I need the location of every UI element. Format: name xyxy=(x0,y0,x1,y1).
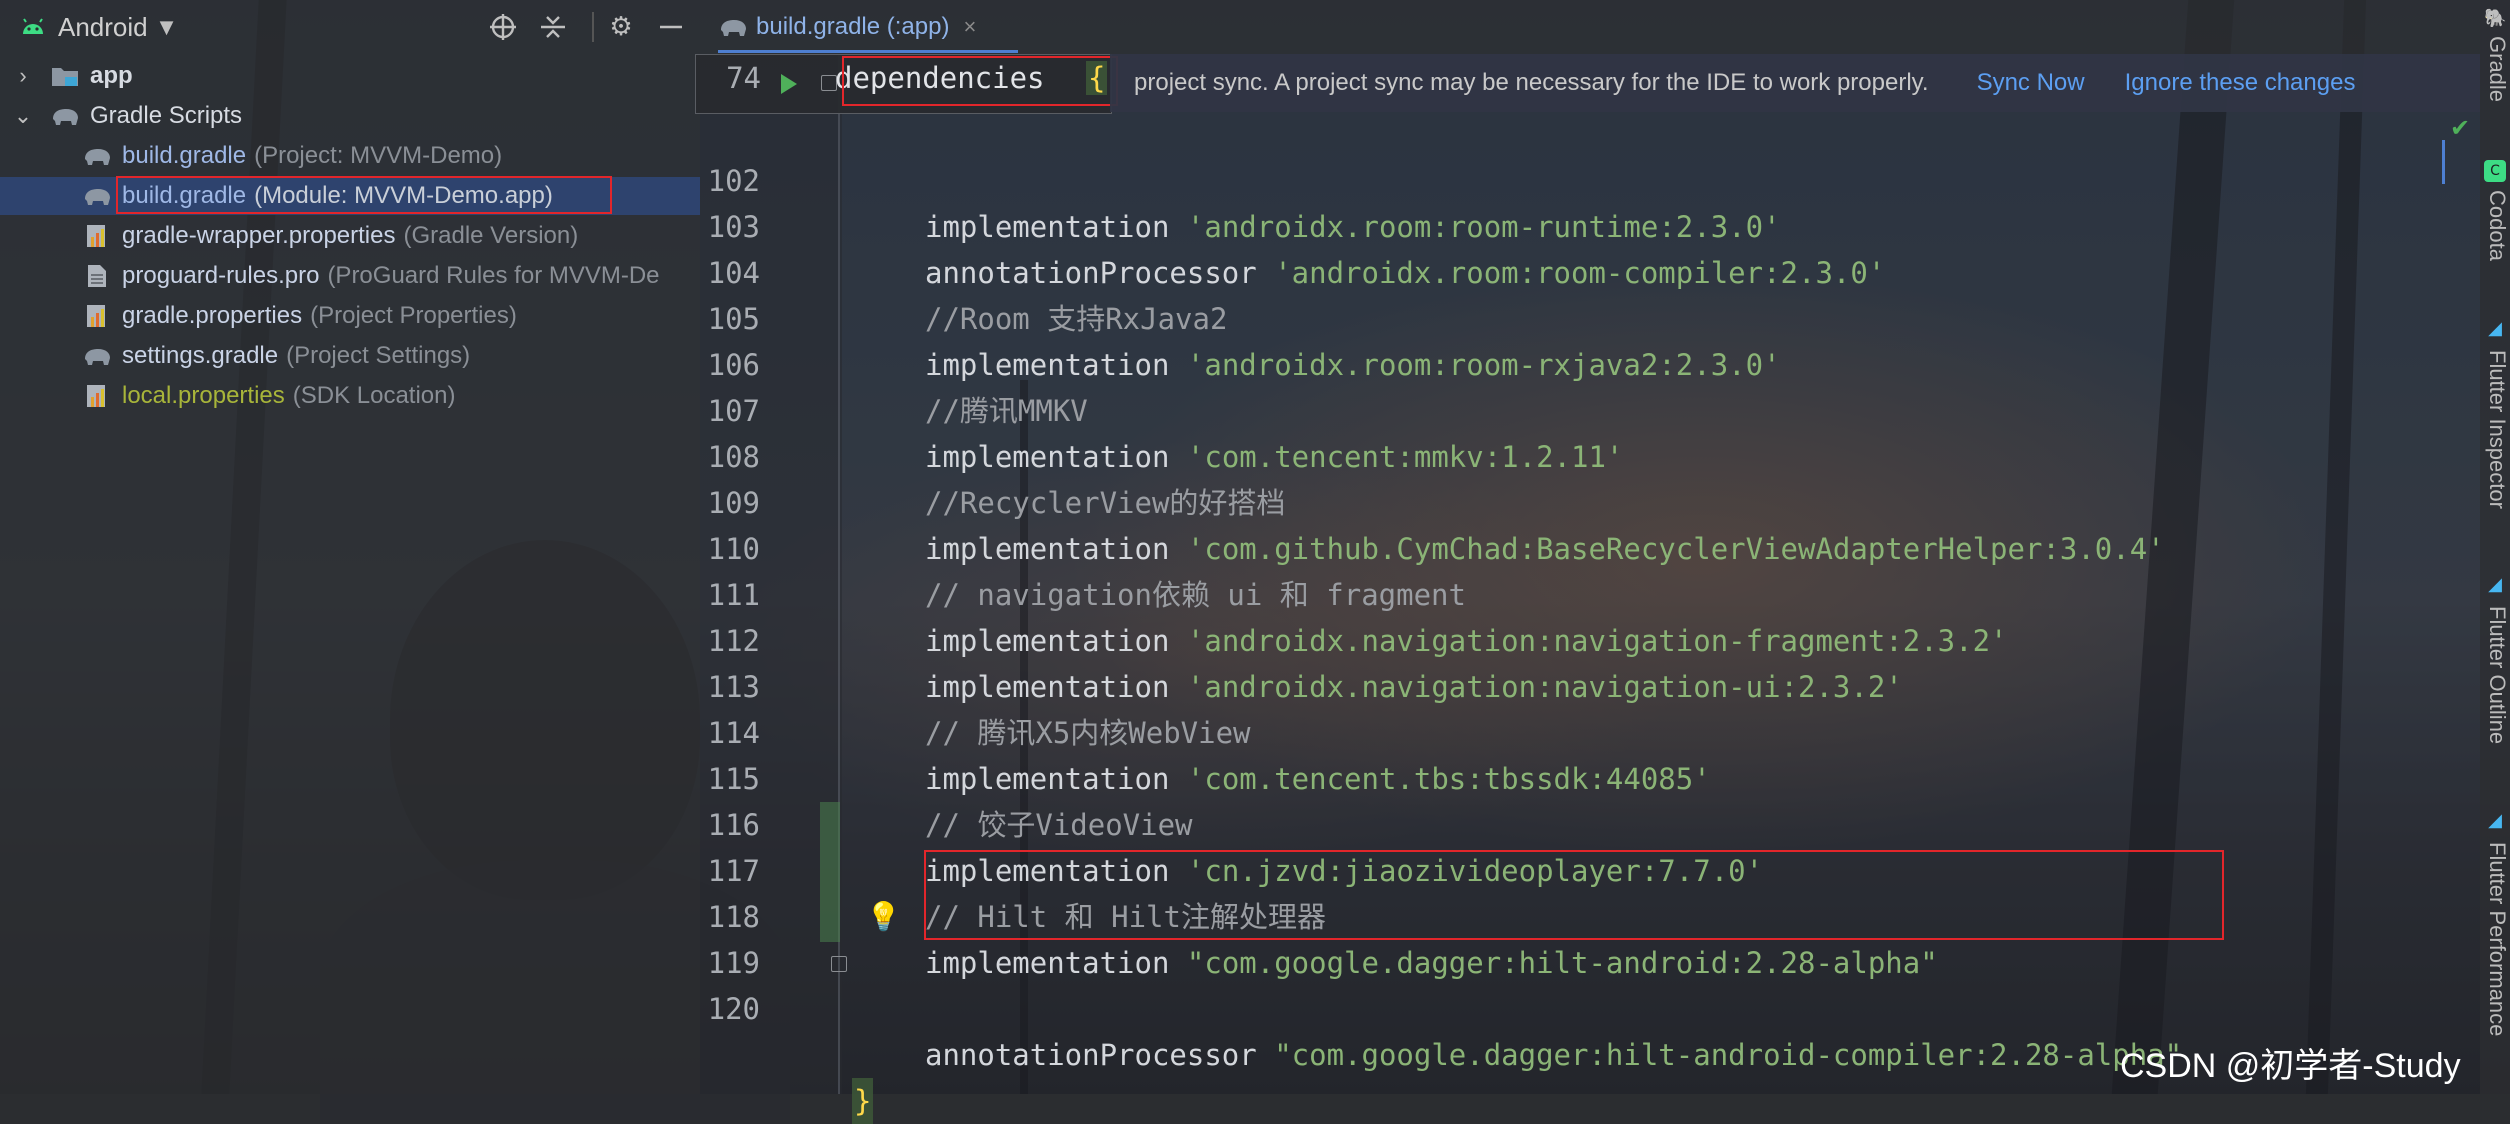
flutter-icon: ◢ xyxy=(2488,810,2502,831)
gradle-sync-notification: project sync. A project sync may be nece… xyxy=(1110,54,2480,112)
code-line[interactable]: 115 // 饺子VideoView xyxy=(700,710,2480,842)
code-line[interactable]: 112 implementation 'androidx.navigation:… xyxy=(700,572,2480,704)
tree-item-hint: (Project Properties) xyxy=(310,302,517,329)
close-icon[interactable]: × xyxy=(963,14,976,40)
tree-item-label: Gradle Scripts xyxy=(90,102,243,129)
code-text: annotationProcessor "com.google.dagger:h… xyxy=(925,1032,2182,1078)
sync-now-link[interactable]: Sync Now xyxy=(1977,69,2085,97)
line-number: 120 xyxy=(707,992,760,1026)
tree-item-label: proguard-rules.pro xyxy=(122,262,320,289)
tree-item-app[interactable]: › app xyxy=(0,57,700,95)
gradle-elephant-icon xyxy=(721,20,746,36)
gradle-elephant-icon xyxy=(82,344,112,368)
tab-build-gradle-app[interactable]: build.gradle (:app) × xyxy=(718,0,976,54)
closing-brace: } xyxy=(852,1078,874,1124)
tool-window-gradle[interactable]: Gradle xyxy=(2484,36,2510,102)
code-line[interactable]: 104 //Room 支持RxJava2 xyxy=(700,204,2480,336)
project-panel-header: Android ▼ xyxy=(0,0,700,54)
editor-tab-bar: build.gradle (:app) × xyxy=(700,0,2480,54)
tree-item-hint: (SDK Location) xyxy=(292,382,456,409)
gradle-elephant-icon xyxy=(82,144,112,168)
properties-file-icon xyxy=(82,384,112,408)
code-line[interactable]: 109 implementation 'com.github.CymChad:B… xyxy=(700,434,2480,566)
csdn-watermark: CSDN @初学者-Study xyxy=(2120,1047,2461,1085)
project-view-selector[interactable]: Android xyxy=(58,12,148,43)
tree-item-hint: (Project Settings) xyxy=(286,342,471,369)
tree-item-label: settings.gradle xyxy=(122,342,279,369)
code-line[interactable]: 113 // 腾讯X5内核WebView xyxy=(700,618,2480,750)
gear-icon[interactable]: ⚙ xyxy=(604,10,638,44)
android-icon xyxy=(23,18,43,34)
text-file-icon xyxy=(82,264,112,288)
highlight-box-hilt-dependencies xyxy=(924,850,2224,940)
toolbar-separator xyxy=(592,12,594,42)
tab-label: build.gradle (:app) xyxy=(756,13,950,40)
code-line[interactable]: 111 implementation 'androidx.navigation:… xyxy=(700,526,2480,658)
highlight-box-dependencies xyxy=(842,56,1118,106)
code-string: "com.google.dagger:hilt-android-compiler… xyxy=(1274,1038,2183,1072)
chevron-down-icon[interactable]: ⌄ xyxy=(8,103,38,129)
tree-item-hint: (ProGuard Rules for MVVM-De xyxy=(327,262,660,289)
locate-icon[interactable] xyxy=(486,10,520,44)
gradle-elephant-icon: 🐘 xyxy=(2484,8,2507,29)
code-line[interactable]: 106 //腾讯MMKV xyxy=(700,296,2480,428)
properties-file-icon xyxy=(82,224,112,248)
flutter-icon: ◢ xyxy=(2488,318,2502,339)
tree-item-settings-gradle[interactable]: settings.gradle (Project Settings) xyxy=(0,337,700,375)
codota-icon: C xyxy=(2484,160,2506,182)
run-gutter-icon[interactable] xyxy=(778,72,800,96)
project-panel: Android ▼ ⚙ › app ⌄ Gradle Scripts build… xyxy=(0,0,700,1094)
fold-marker-icon[interactable] xyxy=(831,956,847,972)
properties-file-icon xyxy=(82,304,112,328)
gradle-elephant-icon xyxy=(82,184,112,208)
sticky-line-number: 74 xyxy=(726,61,761,95)
tree-item-hint: (Project: MVVM-Demo) xyxy=(254,142,503,169)
tree-item-label: app xyxy=(90,62,133,89)
chevron-down-icon[interactable]: ▼ xyxy=(160,17,174,38)
active-tab-indicator xyxy=(718,50,1018,53)
tool-window-codota[interactable]: Codota xyxy=(2484,190,2510,261)
code-line[interactable]: 108 //RecyclerView的好搭档 xyxy=(700,388,2480,520)
code-line[interactable]: 114 implementation 'com.tencent.tbs:tbss… xyxy=(700,664,2480,796)
code-line[interactable]: 120 } xyxy=(700,940,2480,1124)
gradle-elephant-icon xyxy=(50,104,80,128)
tool-window-flutter-inspector[interactable]: Flutter Inspector xyxy=(2484,350,2510,509)
tree-item-gradle-properties[interactable]: gradle.properties (Project Properties) xyxy=(0,297,700,335)
tree-item-local-properties[interactable]: local.properties (SDK Location) xyxy=(0,377,700,415)
tree-item-hint: (Gradle Version) xyxy=(403,222,579,249)
code-keyword: annotationProcessor xyxy=(925,1038,1257,1072)
minimize-icon[interactable] xyxy=(654,10,688,44)
code-line[interactable]: 116 implementation 'cn.jzvd:jiaozivideop… xyxy=(700,756,2480,888)
notification-message: project sync. A project sync may be nece… xyxy=(1134,69,1929,96)
tree-item-gradle-scripts[interactable]: ⌄ Gradle Scripts xyxy=(0,97,700,135)
flutter-icon: ◢ xyxy=(2488,574,2502,595)
code-line[interactable]: 110 // navigation依赖 ui 和 fragment xyxy=(700,480,2480,612)
tool-window-flutter-outline[interactable]: Flutter Outline xyxy=(2484,606,2510,744)
tree-item-build-gradle-project[interactable]: build.gradle (Project: MVVM-Demo) xyxy=(0,137,700,175)
tree-item-label: gradle.properties xyxy=(122,302,303,329)
collapse-all-icon[interactable] xyxy=(536,10,570,44)
code-line[interactable]: 102 implementation 'androidx.room:room-r… xyxy=(700,112,2480,244)
folder-icon xyxy=(50,64,80,88)
lightbulb-icon[interactable]: 💡 xyxy=(866,894,901,940)
tree-item-label: build.gradle xyxy=(122,142,247,169)
chevron-right-icon[interactable]: › xyxy=(8,63,38,89)
tree-item-gradle-wrapper[interactable]: gradle-wrapper.properties (Gradle Versio… xyxy=(0,217,700,255)
tree-item-label: local.properties xyxy=(122,382,285,409)
code-line[interactable]: 117 // Hilt 和 Hilt注解处理器 xyxy=(700,802,2480,934)
tree-item-label: gradle-wrapper.properties xyxy=(122,222,396,249)
ignore-changes-link[interactable]: Ignore these changes xyxy=(2125,69,2356,97)
code-line[interactable]: 105 implementation 'androidx.room:room-r… xyxy=(700,250,2480,382)
tool-window-flutter-performance[interactable]: Flutter Performance xyxy=(2484,842,2510,1036)
highlight-box-module-build-gradle xyxy=(116,176,612,214)
code-line[interactable]: 107 implementation 'com.tencent:mmkv:1.2… xyxy=(700,342,2480,474)
tree-item-proguard-rules[interactable]: proguard-rules.pro (ProGuard Rules for M… xyxy=(0,257,700,295)
code-line[interactable]: 103 annotationProcessor 'androidx.room:r… xyxy=(700,158,2480,290)
